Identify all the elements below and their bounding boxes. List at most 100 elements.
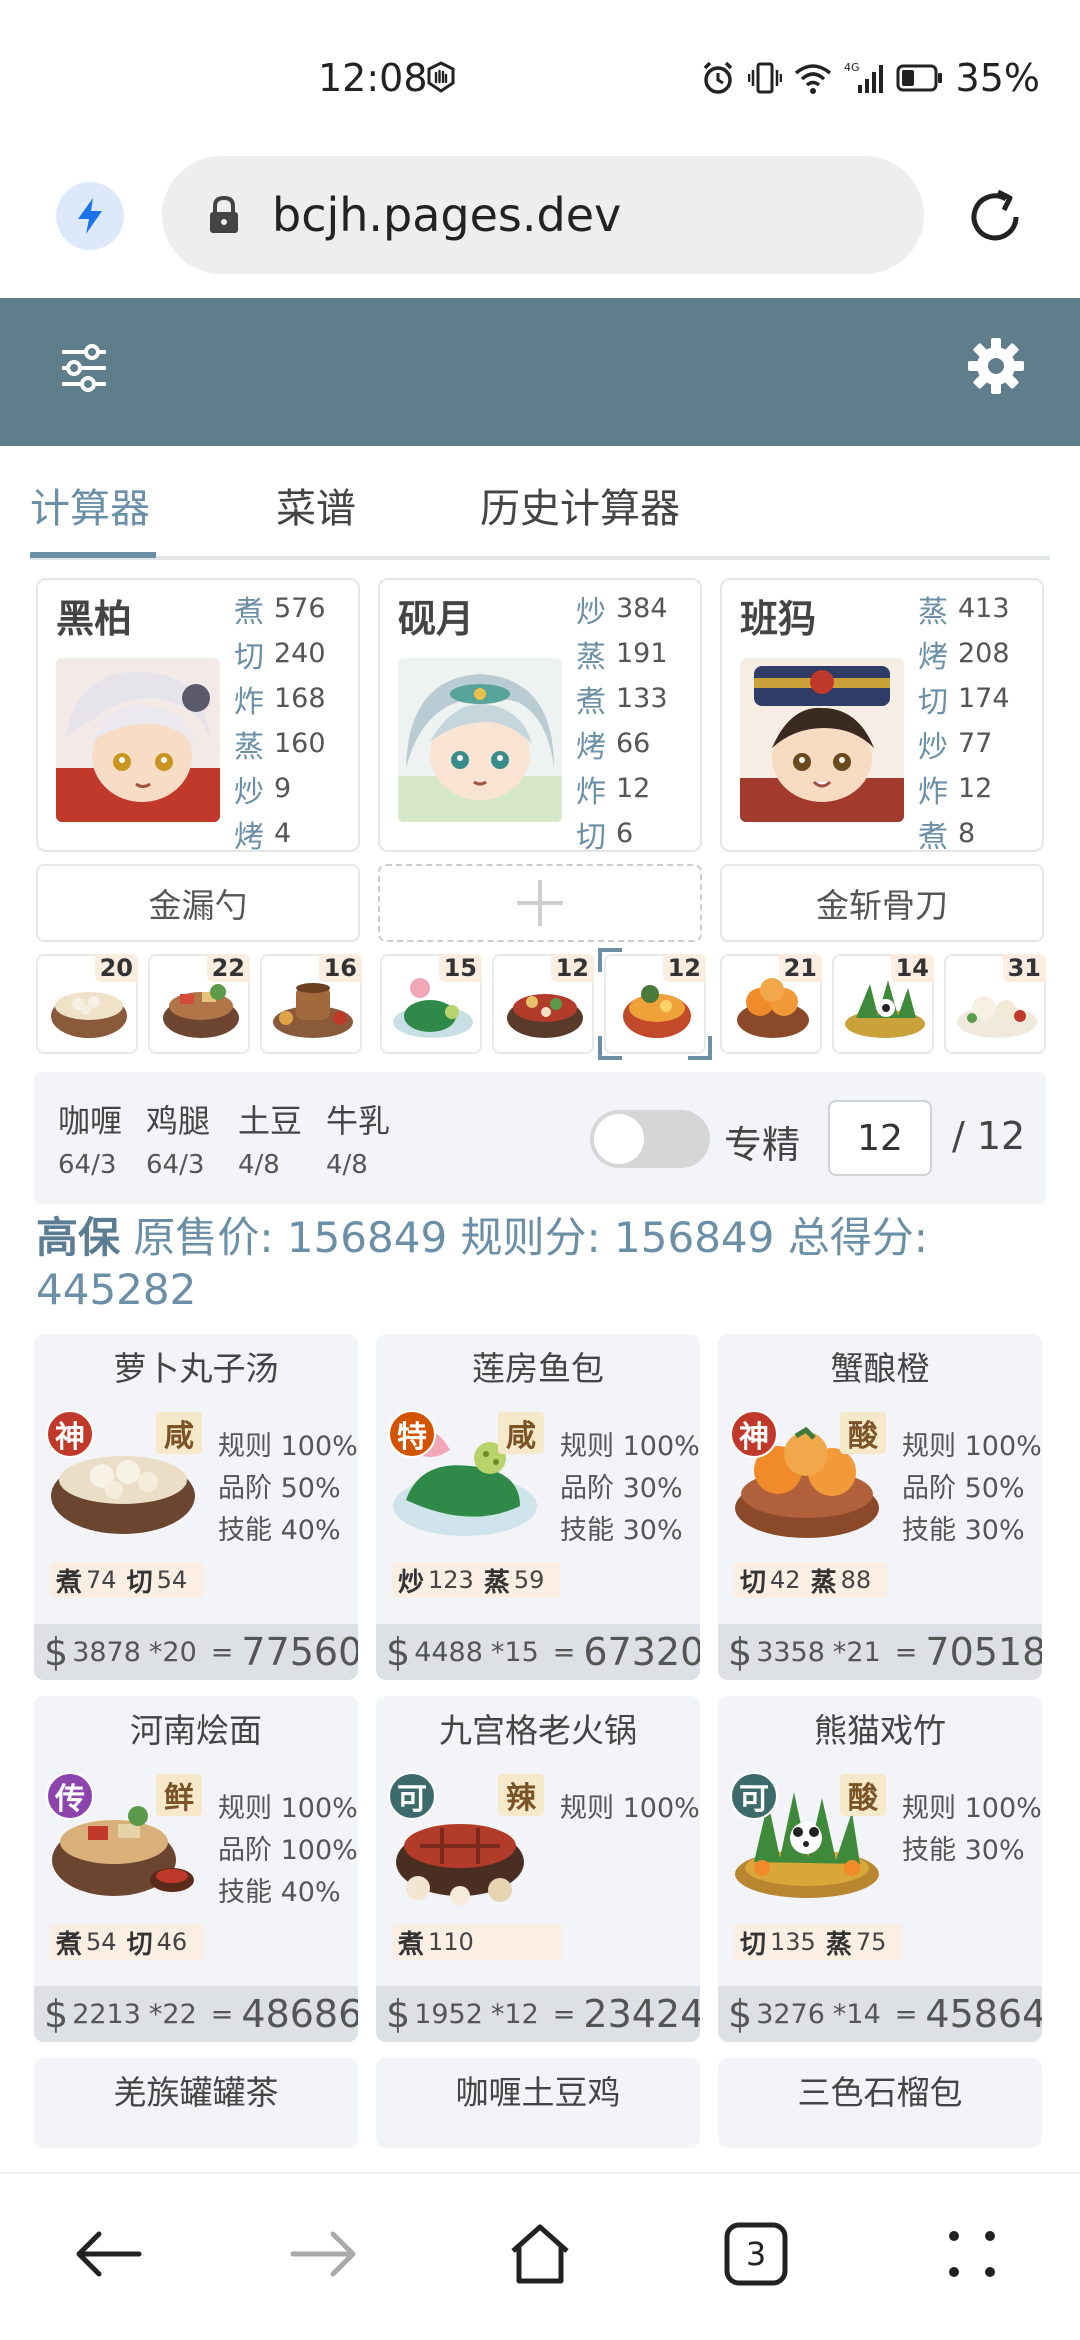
chef-name: 砚月 <box>398 597 475 641</box>
stat-row: 蒸 191 <box>576 631 668 676</box>
dish-slot[interactable]: 15 <box>380 954 482 1054</box>
dollar-icon: $ <box>44 1630 69 1674</box>
equipment-slot-3[interactable]: 金斩骨刀 <box>720 864 1044 942</box>
chef-card-1[interactable]: 黑柏 煮 576 切 240 炸 168 蒸 160 炒9 烤4 <box>36 578 360 855</box>
skill-chip: 切 135 <box>740 1924 816 1960</box>
stat-row: 炸 168 <box>234 676 326 721</box>
toggle-knob <box>594 1114 644 1164</box>
ingredient-name: 鸡腿 <box>146 1102 211 1140</box>
reload-icon[interactable] <box>960 182 1030 252</box>
stat-skill: 炒 <box>234 774 264 810</box>
summary-label: 高保 <box>36 1213 121 1262</box>
price-bar: $3276 *14 = 45864 <box>718 1986 1042 2042</box>
ingredient-amount: 64/3 <box>58 1150 117 1180</box>
bolt-button[interactable] <box>56 182 124 250</box>
stat-skill: 炸 <box>576 774 606 810</box>
dish-slot[interactable]: 31 <box>944 954 1046 1054</box>
recipe-card[interactable]: 咖喱土豆鸡 <box>376 2058 700 2148</box>
recipe-card[interactable]: 蟹酿橙 神 酸 规则 100% 品阶 50% 技能 30% 切 42 蒸 88 $3… <box>718 1334 1042 1680</box>
rank-badge: 特 <box>388 1410 436 1458</box>
chef-name: 黑柏 <box>56 597 133 641</box>
dish-slot-selected[interactable]: 12 <box>598 948 712 1060</box>
tab-active-indicator <box>30 552 156 558</box>
home-icon <box>511 2224 569 2284</box>
rule-row: 规则 100% <box>218 1793 358 1824</box>
dish-slot[interactable]: 22 <box>148 954 250 1054</box>
taste-badge: 鲜 <box>156 1774 202 1816</box>
stat-skill: 烤 <box>918 639 948 675</box>
recipe-title: 熊猫戏竹 <box>814 1711 946 1750</box>
equals-sign: = <box>210 1636 234 1668</box>
chef-portrait <box>740 658 904 822</box>
dish-slot[interactable]: 20 <box>36 954 138 1054</box>
recipe-rules: 规则 100% 品阶 50% 技能 40% <box>218 1424 358 1550</box>
price-total: 67320 <box>583 1630 700 1674</box>
wifi-icon <box>794 64 831 94</box>
forward-button[interactable] <box>284 2214 364 2294</box>
skill-name: 切 <box>126 1567 153 1598</box>
dish-slot[interactable]: 16 <box>260 954 362 1054</box>
tab-calculator[interactable]: 计算器 <box>30 476 150 534</box>
stat-value: 384 <box>616 593 668 624</box>
stat-row: 蒸 160 <box>234 721 326 766</box>
stat-skill: 煮 <box>918 819 948 855</box>
gear-icon[interactable] <box>966 336 1026 396</box>
recipe-card[interactable]: 河南烩面 传 鲜 规则 100% 品阶 100% 技能 40% 煮 54 切 46 … <box>34 1696 358 2042</box>
home-button[interactable] <box>500 2214 580 2294</box>
rule-row: 技能 30% <box>902 1835 1025 1866</box>
skill-chip: 蒸 59 <box>484 1562 545 1598</box>
recipe-card[interactable]: 九宫格老火锅 可 辣 规则 100% 煮 110 $1952 *12 = 23424 <box>376 1696 700 2042</box>
recipe-card[interactable]: 熊猫戏竹 可 酸 规则 100% 技能 30% 切 135 蒸 75 $3276 *1… <box>718 1696 1042 2042</box>
back-button[interactable] <box>68 2214 148 2294</box>
unit-price: 1952 <box>414 1998 483 2030</box>
rank-badge: 神 <box>46 1410 94 1458</box>
skill-name: 蒸 <box>825 1929 852 1960</box>
unit-price: 2213 <box>72 1998 141 2030</box>
recipe-card[interactable]: 莲房鱼包 特 咸 规则 100% 品阶 30% 技能 30% 炒 123 蒸 59 … <box>376 1334 700 1680</box>
equipment-slot-1[interactable]: 金漏勺 <box>36 864 360 942</box>
rule-row: 品阶 50% <box>218 1473 341 1504</box>
quantity-multiplier: *21 <box>832 1636 881 1668</box>
recipe-card[interactable]: 三色石榴包 <box>718 2058 1042 2148</box>
more-button[interactable] <box>932 2214 1012 2294</box>
dish-slot[interactable]: 12 <box>492 954 594 1054</box>
dish-slot[interactable]: 14 <box>832 954 934 1054</box>
dish-icon <box>163 984 239 1038</box>
specialize-toggle[interactable] <box>590 1110 710 1168</box>
menu-sliders-icon[interactable] <box>58 338 110 398</box>
stat-value: 208 <box>958 638 1010 669</box>
skill-value: 75 <box>855 1928 887 1956</box>
tab-history-calculator[interactable]: 历史计算器 <box>480 476 680 534</box>
recipe-card[interactable]: 萝卜丸子汤 神 咸 规则 100% 品阶 50% 技能 40% 煮 74 切 54 … <box>34 1334 358 1680</box>
dollar-icon: $ <box>44 1992 69 2036</box>
recipe-rules: 规则 100% 技能 30% <box>902 1786 1042 1870</box>
recipe-card[interactable]: 羌族罐罐茶 <box>34 2058 358 2148</box>
chef-card-3[interactable]: 班犸 蒸 413 烤 208 切 174 炒 77 炸 12 煮8 <box>720 578 1044 855</box>
skill-chip: 蒸 75 <box>826 1924 887 1960</box>
recipe-rules: 规则 100% 品阶 100% 技能 40% <box>218 1786 358 1912</box>
recipe-title: 萝卜丸子汤 <box>113 1349 279 1388</box>
rule-row: 技能 30% <box>560 1515 683 1546</box>
dish-count: 14 <box>890 954 934 982</box>
stat-value: 240 <box>274 638 326 669</box>
skill-chip: 煮 74 <box>56 1562 117 1598</box>
dish-slot[interactable]: 21 <box>720 954 822 1054</box>
url-bar[interactable]: bcjh.pages.dev <box>162 156 924 274</box>
dish-icon <box>845 980 925 1038</box>
equipment-slot-2-empty[interactable] <box>378 864 702 942</box>
rule-row: 品阶 100% <box>218 1835 358 1866</box>
selection-corner <box>688 1036 712 1060</box>
skill-name: 切 <box>126 1929 153 1960</box>
quantity-max: / 12 <box>952 1114 1026 1158</box>
skill-value: 135 <box>770 1928 816 1956</box>
stat-row: 炒9 <box>234 766 326 811</box>
rule-row: 规则 100% <box>218 1431 358 1462</box>
stat-skill: 蒸 <box>918 594 948 630</box>
chef-card-2[interactable]: 砚月 炒 384 蒸 191 煮 133 烤 66 炸 12 切6 <box>378 578 702 855</box>
recipe-rules: 规则 100% <box>560 1786 700 1828</box>
stat-value: 66 <box>616 728 651 759</box>
tab-recipes[interactable]: 菜谱 <box>276 476 356 534</box>
tabs-button[interactable]: 3 <box>716 2214 796 2294</box>
quantity-input[interactable]: 12 <box>828 1100 932 1176</box>
stat-skill: 切 <box>576 819 606 855</box>
